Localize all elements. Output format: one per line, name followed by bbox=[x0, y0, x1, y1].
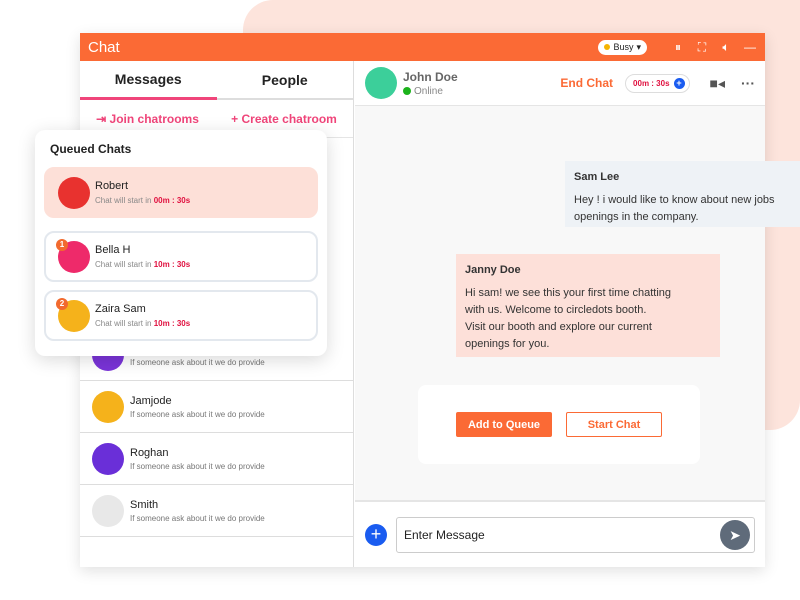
queued-chat-item[interactable]: Robert Chat will start in 00m : 30s bbox=[44, 167, 318, 218]
queued-time: 10m : 30s bbox=[153, 319, 191, 328]
message-line: openings in the company. bbox=[574, 211, 699, 223]
queue-position-badge: 2 bbox=[56, 297, 68, 310]
contact-name: Smith bbox=[130, 498, 159, 511]
join-label: Join chatrooms bbox=[109, 111, 199, 126]
chat-panel: John Doe Online End Chat 00m : 30s + ■◂ ·… bbox=[355, 61, 800, 567]
end-chat-button[interactable]: End Chat bbox=[560, 76, 613, 90]
status-prefix: Chat will start in bbox=[95, 260, 152, 269]
status-dropdown[interactable]: Busy ▾ bbox=[598, 39, 647, 55]
tab-people[interactable]: People bbox=[217, 61, 354, 98]
message-bubble: Janny Doe Hi sam! we see this your first… bbox=[456, 254, 720, 357]
avatar bbox=[92, 494, 124, 527]
create-label: Create chatroom bbox=[241, 111, 337, 126]
create-chatroom-link[interactable]: + Create chatroom bbox=[231, 112, 337, 126]
minimize-icon[interactable]: — bbox=[743, 40, 757, 54]
avatar: 1 bbox=[56, 238, 90, 273]
queued-chats-popup: Queued Chats Robert Chat will start in 0… bbox=[35, 130, 327, 356]
caret-down-icon: ▾ bbox=[636, 41, 641, 52]
contact-preview: If someone ask about it we do provide bbox=[130, 357, 265, 367]
avatar bbox=[365, 67, 397, 99]
contact-preview: If someone ask about it we do provide bbox=[130, 409, 265, 419]
message-line: openings for you. bbox=[465, 338, 550, 350]
message-placeholder: Enter Message bbox=[404, 527, 485, 542]
status-dot-icon bbox=[604, 44, 611, 50]
contact-preview: If someone ask about it we do provide bbox=[130, 461, 265, 471]
volume-icon[interactable]: 🔈︎ bbox=[719, 40, 733, 55]
pause-icon[interactable]: ⏸ bbox=[671, 40, 685, 55]
queue-position-badge: 1 bbox=[56, 238, 68, 251]
contact-list: josah If someone ask about it we do prov… bbox=[80, 329, 353, 537]
more-options-icon[interactable]: ··· bbox=[741, 75, 755, 91]
title-bar: Chat Busy ▾ ⏸ ⛶ 🔈︎ — bbox=[80, 33, 765, 61]
login-icon: ⇥ bbox=[96, 111, 110, 126]
queue-title: Queued Chats bbox=[50, 142, 132, 156]
queued-name: Robert bbox=[95, 180, 129, 192]
online-dot-icon bbox=[403, 87, 411, 95]
queued-status: Chat will start in 10m : 30s bbox=[95, 260, 190, 269]
add-attachment-icon[interactable]: + bbox=[365, 523, 387, 546]
queued-chat-item[interactable]: 2 Zaira Sam Chat will start in 10m : 30s bbox=[44, 290, 318, 341]
queued-status: Chat will start in 00m : 30s bbox=[95, 196, 190, 205]
contact-name: John Doe bbox=[403, 69, 458, 84]
contact-name: Roghan bbox=[130, 446, 169, 459]
send-icon[interactable]: ➤ bbox=[720, 519, 750, 550]
status-prefix: Chat will start in bbox=[95, 319, 152, 328]
queued-status: Chat will start in 10m : 30s bbox=[95, 319, 190, 328]
chat-timer: 00m : 30s + bbox=[625, 73, 690, 93]
join-chatrooms-link[interactable]: ⇥ Join chatrooms bbox=[96, 112, 199, 126]
contact-name: Jamjode bbox=[130, 394, 172, 407]
timer-value: 00m : 30s bbox=[633, 78, 670, 88]
contact-row[interactable]: Smith If someone ask about it we do prov… bbox=[80, 485, 353, 537]
plus-icon: + bbox=[231, 111, 242, 126]
contact-row[interactable]: Jamjode If someone ask about it we do pr… bbox=[80, 381, 353, 433]
queued-name: Zaira Sam bbox=[95, 303, 146, 315]
sender-name: Sam Lee bbox=[574, 171, 620, 183]
message-line: Hi sam! we see this your first time chat… bbox=[465, 287, 672, 299]
message-line: with us. Welcome to circledots booth. bbox=[465, 304, 647, 316]
message-line: Hey ! i would like to know about new job… bbox=[574, 194, 775, 206]
contact-preview: If someone ask about it we do provide bbox=[130, 513, 265, 523]
avatar: 2 bbox=[56, 297, 90, 332]
status-label: Busy bbox=[613, 42, 634, 52]
queued-name: Bella H bbox=[95, 244, 131, 256]
tab-messages[interactable]: Messages bbox=[80, 61, 217, 100]
avatar bbox=[58, 176, 90, 209]
queued-time: 10m : 30s bbox=[153, 260, 191, 269]
window-title: Chat bbox=[88, 38, 120, 56]
contact-row[interactable]: Roghan If someone ask about it we do pro… bbox=[80, 433, 353, 485]
add-time-icon[interactable]: + bbox=[673, 77, 685, 89]
sender-name: Janny Doe bbox=[465, 264, 521, 276]
message-line: Visit our booth and explore our current bbox=[465, 321, 652, 333]
start-chat-button[interactable]: Start Chat bbox=[566, 412, 662, 437]
avatar bbox=[92, 442, 124, 475]
queued-time: 00m : 30s bbox=[153, 196, 191, 205]
fullscreen-icon[interactable]: ⛶ bbox=[695, 40, 709, 55]
message-bubble: Sam Lee Hey ! i would like to know about… bbox=[565, 161, 800, 227]
message-input[interactable]: Enter Message ➤ bbox=[396, 516, 755, 553]
add-to-queue-button[interactable]: Add to Queue bbox=[456, 412, 552, 437]
avatar bbox=[92, 390, 124, 423]
action-card: Add to Queue Start Chat bbox=[418, 385, 700, 464]
video-camera-icon[interactable]: ■◂ bbox=[710, 75, 725, 92]
status-prefix: Chat will start in bbox=[95, 196, 152, 205]
online-status: Online bbox=[414, 85, 443, 97]
queued-chat-item[interactable]: 1 Bella H Chat will start in 10m : 30s bbox=[44, 231, 318, 282]
